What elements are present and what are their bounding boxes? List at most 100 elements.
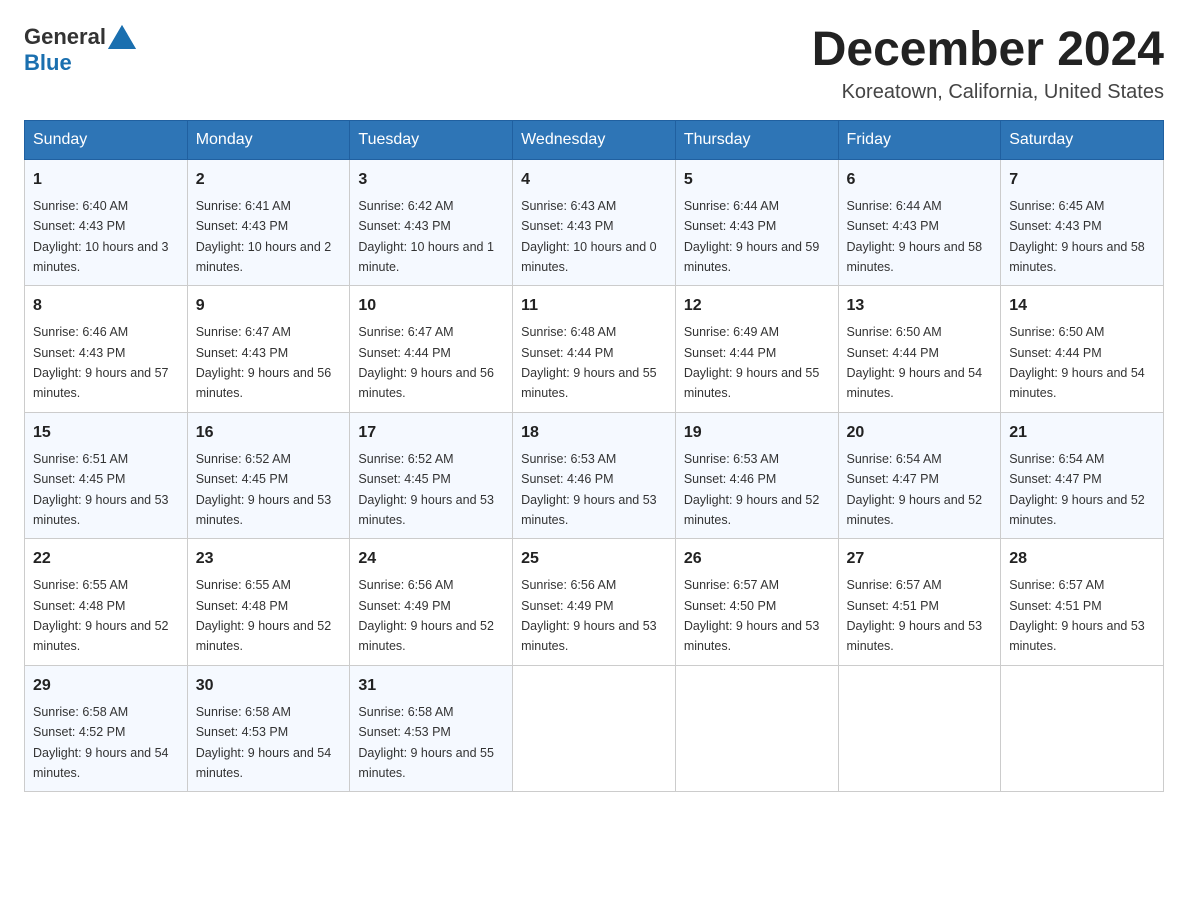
table-row: 27 Sunrise: 6:57 AMSunset: 4:51 PMDayligh… (838, 539, 1001, 666)
day-info: Sunrise: 6:58 AMSunset: 4:53 PMDaylight:… (358, 705, 494, 780)
table-row: 22 Sunrise: 6:55 AMSunset: 4:48 PMDayligh… (25, 539, 188, 666)
col-tuesday: Tuesday (350, 120, 513, 159)
table-row: 9 Sunrise: 6:47 AMSunset: 4:43 PMDaylight… (187, 286, 350, 413)
day-number: 15 (33, 421, 179, 445)
day-number: 28 (1009, 547, 1155, 571)
day-info: Sunrise: 6:45 AMSunset: 4:43 PMDaylight:… (1009, 199, 1145, 274)
calendar-table: Sunday Monday Tuesday Wednesday Thursday… (24, 120, 1164, 793)
logo-arrow-icon (108, 25, 136, 49)
day-number: 27 (847, 547, 993, 571)
day-info: Sunrise: 6:57 AMSunset: 4:51 PMDaylight:… (847, 578, 983, 653)
table-row: 23 Sunrise: 6:55 AMSunset: 4:48 PMDayligh… (187, 539, 350, 666)
table-row: 7 Sunrise: 6:45 AMSunset: 4:43 PMDaylight… (1001, 159, 1164, 286)
table-row: 2 Sunrise: 6:41 AMSunset: 4:43 PMDaylight… (187, 159, 350, 286)
table-row (838, 665, 1001, 792)
day-number: 5 (684, 168, 830, 192)
day-info: Sunrise: 6:54 AMSunset: 4:47 PMDaylight:… (1009, 452, 1145, 527)
table-row: 28 Sunrise: 6:57 AMSunset: 4:51 PMDayligh… (1001, 539, 1164, 666)
table-row: 5 Sunrise: 6:44 AMSunset: 4:43 PMDaylight… (675, 159, 838, 286)
table-row (675, 665, 838, 792)
day-info: Sunrise: 6:46 AMSunset: 4:43 PMDaylight:… (33, 325, 169, 400)
day-info: Sunrise: 6:52 AMSunset: 4:45 PMDaylight:… (358, 452, 494, 527)
day-number: 23 (196, 547, 342, 571)
calendar-week-row: 8 Sunrise: 6:46 AMSunset: 4:43 PMDaylight… (25, 286, 1164, 413)
day-info: Sunrise: 6:50 AMSunset: 4:44 PMDaylight:… (1009, 325, 1145, 400)
day-number: 24 (358, 547, 504, 571)
day-info: Sunrise: 6:43 AMSunset: 4:43 PMDaylight:… (521, 199, 657, 274)
col-saturday: Saturday (1001, 120, 1164, 159)
table-row: 10Sunrise: 6:47 AMSunset: 4:44 PMDayligh… (350, 286, 513, 413)
col-thursday: Thursday (675, 120, 838, 159)
day-info: Sunrise: 6:50 AMSunset: 4:44 PMDaylight:… (847, 325, 983, 400)
table-row: 16Sunrise: 6:52 AMSunset: 4:45 PMDayligh… (187, 412, 350, 539)
day-info: Sunrise: 6:51 AMSunset: 4:45 PMDaylight:… (33, 452, 169, 527)
col-wednesday: Wednesday (513, 120, 676, 159)
day-number: 13 (847, 294, 993, 318)
day-number: 18 (521, 421, 667, 445)
table-row: 31Sunrise: 6:58 AMSunset: 4:53 PMDayligh… (350, 665, 513, 792)
calendar-header-row: Sunday Monday Tuesday Wednesday Thursday… (25, 120, 1164, 159)
table-row: 30 Sunrise: 6:58 AMSunset: 4:53 PMDayligh… (187, 665, 350, 792)
table-row (513, 665, 676, 792)
col-friday: Friday (838, 120, 1001, 159)
table-row: 15 Sunrise: 6:51 AMSunset: 4:45 PMDayligh… (25, 412, 188, 539)
logo: General Blue (24, 24, 136, 76)
day-number: 22 (33, 547, 179, 571)
calendar-week-row: 15 Sunrise: 6:51 AMSunset: 4:45 PMDayligh… (25, 412, 1164, 539)
logo-general-text: General (24, 24, 106, 50)
day-info: Sunrise: 6:42 AMSunset: 4:43 PMDaylight:… (358, 199, 494, 274)
day-info: Sunrise: 6:54 AMSunset: 4:47 PMDaylight:… (847, 452, 983, 527)
day-number: 2 (196, 168, 342, 192)
table-row: 29Sunrise: 6:58 AMSunset: 4:52 PMDayligh… (25, 665, 188, 792)
day-info: Sunrise: 6:58 AMSunset: 4:53 PMDaylight:… (196, 705, 332, 780)
day-info: Sunrise: 6:41 AMSunset: 4:43 PMDaylight:… (196, 199, 332, 274)
day-info: Sunrise: 6:47 AMSunset: 4:43 PMDaylight:… (196, 325, 332, 400)
day-info: Sunrise: 6:55 AMSunset: 4:48 PMDaylight:… (196, 578, 332, 653)
day-info: Sunrise: 6:57 AMSunset: 4:50 PMDaylight:… (684, 578, 820, 653)
page-header: General Blue December 2024 Koreatown, Ca… (24, 24, 1164, 104)
day-info: Sunrise: 6:55 AMSunset: 4:48 PMDaylight:… (33, 578, 169, 653)
day-number: 9 (196, 294, 342, 318)
table-row: 19Sunrise: 6:53 AMSunset: 4:46 PMDayligh… (675, 412, 838, 539)
day-number: 11 (521, 294, 667, 318)
table-row: 25Sunrise: 6:56 AMSunset: 4:49 PMDayligh… (513, 539, 676, 666)
table-row: 6Sunrise: 6:44 AMSunset: 4:43 PMDaylight… (838, 159, 1001, 286)
table-row: 11 Sunrise: 6:48 AMSunset: 4:44 PMDayligh… (513, 286, 676, 413)
day-info: Sunrise: 6:57 AMSunset: 4:51 PMDaylight:… (1009, 578, 1145, 653)
day-info: Sunrise: 6:58 AMSunset: 4:52 PMDaylight:… (33, 705, 169, 780)
table-row: 1 Sunrise: 6:40 AMSunset: 4:43 PMDaylight… (25, 159, 188, 286)
table-row: 18 Sunrise: 6:53 AMSunset: 4:46 PMDayligh… (513, 412, 676, 539)
day-number: 12 (684, 294, 830, 318)
table-row: 3 Sunrise: 6:42 AMSunset: 4:43 PMDaylight… (350, 159, 513, 286)
table-row: 12 Sunrise: 6:49 AMSunset: 4:44 PMDayligh… (675, 286, 838, 413)
day-info: Sunrise: 6:44 AMSunset: 4:43 PMDaylight:… (847, 199, 983, 274)
day-number: 14 (1009, 294, 1155, 318)
day-info: Sunrise: 6:48 AMSunset: 4:44 PMDaylight:… (521, 325, 657, 400)
day-number: 26 (684, 547, 830, 571)
logo-blue-text: Blue (24, 50, 72, 75)
calendar-subtitle: Koreatown, California, United States (812, 81, 1164, 104)
day-number: 8 (33, 294, 179, 318)
day-number: 10 (358, 294, 504, 318)
day-number: 4 (521, 168, 667, 192)
day-number: 21 (1009, 421, 1155, 445)
table-row: 8 Sunrise: 6:46 AMSunset: 4:43 PMDaylight… (25, 286, 188, 413)
table-row: 4 Sunrise: 6:43 AMSunset: 4:43 PMDaylight… (513, 159, 676, 286)
title-block: December 2024 Koreatown, California, Uni… (812, 24, 1164, 104)
day-info: Sunrise: 6:49 AMSunset: 4:44 PMDaylight:… (684, 325, 820, 400)
day-number: 17 (358, 421, 504, 445)
day-number: 30 (196, 674, 342, 698)
day-number: 3 (358, 168, 504, 192)
table-row (1001, 665, 1164, 792)
day-info: Sunrise: 6:40 AMSunset: 4:43 PMDaylight:… (33, 199, 169, 274)
day-info: Sunrise: 6:53 AMSunset: 4:46 PMDaylight:… (684, 452, 820, 527)
col-sunday: Sunday (25, 120, 188, 159)
table-row: 17 Sunrise: 6:52 AMSunset: 4:45 PMDayligh… (350, 412, 513, 539)
day-info: Sunrise: 6:44 AMSunset: 4:43 PMDaylight:… (684, 199, 820, 274)
day-number: 16 (196, 421, 342, 445)
col-monday: Monday (187, 120, 350, 159)
day-info: Sunrise: 6:53 AMSunset: 4:46 PMDaylight:… (521, 452, 657, 527)
day-number: 1 (33, 168, 179, 192)
day-number: 25 (521, 547, 667, 571)
day-number: 7 (1009, 168, 1155, 192)
